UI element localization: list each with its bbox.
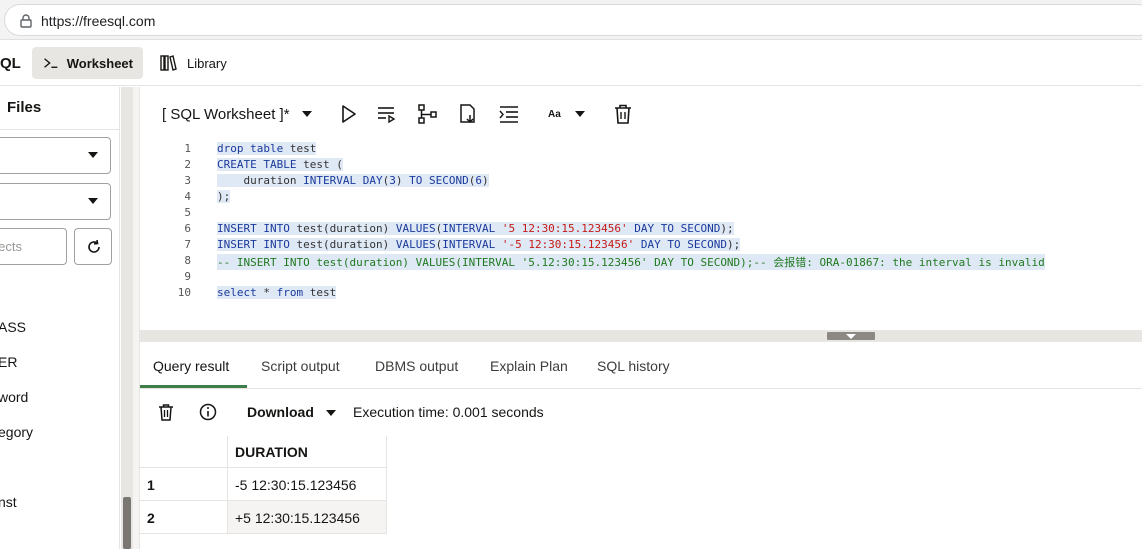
refresh-button[interactable] — [74, 228, 112, 265]
tab-worksheet[interactable]: Worksheet — [32, 47, 143, 79]
code-line: 8 -- INSERT INTO test(duration) VALUES(I… — [140, 252, 1142, 270]
code-line: 10 select * from test — [140, 284, 1142, 300]
output-tabs: Query result Script output DBMS output E… — [140, 347, 1142, 389]
panel-splitter[interactable] — [133, 87, 140, 549]
code-text: ); — [217, 190, 231, 203]
code-line: 3 duration INTERVAL DAY(3) TO SECOND(6) — [140, 172, 1142, 188]
trash-icon[interactable] — [156, 402, 176, 422]
line-number: 1 — [184, 142, 191, 155]
worksheet-title[interactable]: [ SQL Worksheet ]* — [162, 106, 290, 123]
row-header-column — [140, 436, 228, 468]
code-line: 7 INSERT INTO test(duration) VALUES(INTE… — [140, 236, 1142, 252]
chevron-down-icon[interactable] — [302, 111, 312, 117]
object-list-item[interactable]: ER — [0, 354, 17, 370]
code-text: select * from test — [217, 286, 337, 299]
object-list-item[interactable]: nst — [0, 494, 17, 510]
terminal-icon — [44, 58, 58, 68]
panel-scrollbar[interactable] — [121, 87, 133, 549]
run-icon[interactable] — [336, 102, 360, 126]
lock-icon — [20, 14, 32, 28]
app-header: QL Worksheet Library — [0, 40, 1142, 86]
row-number: 1 — [140, 468, 228, 501]
run-script-icon[interactable] — [375, 102, 399, 126]
chevron-down-icon[interactable] — [326, 410, 336, 416]
tab-explain-plan[interactable]: Explain Plan — [490, 358, 568, 374]
code-line: 2 CREATE TABLE test ( — [140, 156, 1142, 172]
tab-library-label: Library — [187, 55, 227, 71]
library-icon — [160, 55, 177, 71]
code-text: INSERT INTO test(duration) VALUES(INTERV… — [217, 238, 741, 251]
sql-editor[interactable]: 1 drop table test 2 CREATE TABLE test ( … — [140, 140, 1142, 330]
object-search-input[interactable]: bjects — [0, 228, 67, 265]
editor-toolbar: [ SQL Worksheet ]* Aa — [140, 92, 1142, 136]
tab-dbms-output[interactable]: DBMS output — [375, 358, 458, 374]
line-number: 6 — [184, 222, 191, 235]
code-line: 5 — [140, 204, 1142, 220]
refresh-icon — [88, 239, 100, 253]
chevron-down-icon — [88, 152, 98, 158]
code-text: duration INTERVAL DAY(3) TO SECOND(6) — [217, 174, 489, 187]
code-line: 1 drop table test — [140, 140, 1142, 156]
execution-time: Execution time: 0.001 seconds — [353, 404, 544, 420]
trash-icon[interactable] — [611, 102, 635, 126]
url-text: https://freesql.com — [41, 13, 156, 29]
line-number: 7 — [184, 238, 191, 251]
code-text: CREATE TABLE test ( — [217, 158, 343, 171]
object-list-item[interactable]: word — [0, 389, 28, 405]
autotrace-icon[interactable] — [456, 102, 480, 126]
table-cell[interactable]: -5 12:30:15.123456 — [228, 468, 387, 501]
line-number: 3 — [184, 174, 191, 187]
scrollbar-thumb[interactable] — [123, 497, 131, 549]
code-line: 4 ); — [140, 188, 1142, 204]
code-text: drop table test — [217, 142, 317, 155]
browser-address-bar: https://freesql.com — [0, 0, 1142, 40]
explain-plan-icon[interactable] — [416, 102, 440, 126]
tab-query-result[interactable]: Query result — [153, 358, 229, 374]
code-line: 6 INSERT INTO test(duration) VALUES(INTE… — [140, 220, 1142, 236]
download-button[interactable]: Download — [247, 404, 314, 420]
line-number: 8 — [184, 254, 191, 267]
row-number: 2 — [140, 501, 228, 534]
panel-title: Files — [7, 99, 42, 116]
chevron-down-icon — [88, 198, 98, 204]
line-number: 5 — [184, 206, 191, 219]
font-size-button[interactable]: Aa — [548, 109, 561, 120]
line-number: 4 — [184, 190, 191, 203]
table-cell[interactable]: +5 12:30:15.123456 — [228, 501, 387, 534]
collapse-handle[interactable] — [827, 332, 875, 340]
code-line: 9 — [140, 268, 1142, 284]
url-field[interactable]: https://freesql.com — [4, 4, 1142, 36]
chevron-down-icon[interactable] — [575, 111, 585, 117]
line-number: 9 — [184, 270, 191, 283]
output-toolbar: Download Execution time: 0.001 seconds — [140, 392, 1142, 432]
object-type-select[interactable] — [0, 183, 111, 220]
info-icon[interactable] — [198, 402, 218, 422]
divider — [0, 129, 119, 130]
object-list-item[interactable]: ASS — [0, 319, 26, 335]
object-list-item[interactable]: egory — [0, 424, 33, 440]
column-header-duration[interactable]: DURATION — [228, 436, 387, 468]
app-brand: QL — [0, 55, 21, 72]
format-icon[interactable] — [497, 102, 521, 126]
tab-sql-history[interactable]: SQL history — [597, 358, 670, 374]
tab-script-output[interactable]: Script output — [261, 358, 340, 374]
editor-output-splitter[interactable] — [140, 330, 1142, 342]
navigator-panel: Files bjects ASS ER word egory nst — [0, 87, 120, 549]
line-number: 10 — [177, 286, 191, 299]
code-text: INSERT INTO test(duration) VALUES(INTERV… — [217, 222, 734, 235]
tab-worksheet-label: Worksheet — [66, 55, 133, 71]
schema-select[interactable] — [0, 137, 111, 174]
line-number: 2 — [184, 158, 191, 171]
active-tab-indicator — [140, 385, 247, 388]
tab-library[interactable]: Library — [149, 47, 239, 79]
